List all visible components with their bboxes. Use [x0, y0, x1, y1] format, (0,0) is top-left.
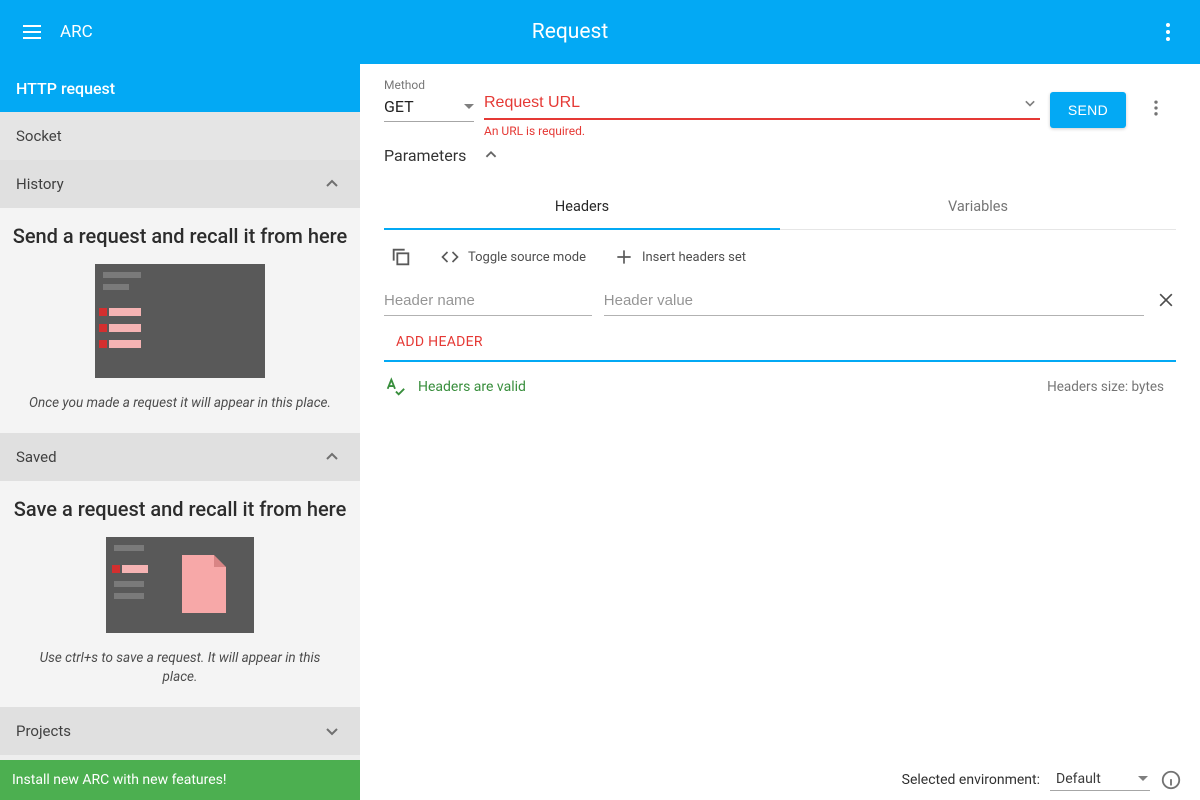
parameters-label: Parameters: [384, 146, 466, 165]
chevron-up-icon: [320, 172, 344, 196]
menu-button[interactable]: [8, 8, 56, 56]
kebab-icon: [1146, 98, 1166, 118]
chevron-down-icon: [320, 719, 344, 743]
header-row: [360, 284, 1200, 316]
sidebar-section-label: History: [16, 175, 64, 193]
tab-headers[interactable]: Headers: [384, 184, 780, 229]
url-input[interactable]: [484, 94, 1020, 112]
status-footer: Selected environment: Default: [360, 760, 1200, 800]
hamburger-icon: [20, 20, 44, 44]
install-banner[interactable]: Install new ARC with new features!: [0, 760, 360, 800]
chevron-up-icon: [320, 445, 344, 469]
info-icon: [1160, 769, 1182, 791]
sidebar-section-history[interactable]: History: [0, 160, 360, 208]
sidebar-item-socket[interactable]: Socket: [0, 112, 360, 160]
close-icon: [1156, 290, 1176, 310]
method-label: Method: [384, 78, 474, 92]
sidebar-item-http-request[interactable]: HTTP request: [0, 64, 360, 112]
sidebar: HTTP request Socket History Send a reque…: [0, 64, 360, 800]
parameters-toggle[interactable]: [480, 144, 502, 166]
environment-label: Selected environment:: [902, 772, 1040, 788]
method-select[interactable]: GET: [384, 92, 474, 122]
environment-select[interactable]: Default: [1050, 769, 1150, 791]
insert-headers-set-button[interactable]: Insert headers set: [608, 243, 752, 271]
dropdown-arrow-icon: [1138, 776, 1148, 782]
toggle-source-button[interactable]: Toggle source mode: [434, 243, 592, 271]
history-empty-desc: Once you made a request it will appear i…: [12, 394, 348, 413]
request-more-button[interactable]: [1136, 88, 1176, 128]
headers-valid-text: Headers are valid: [418, 379, 526, 395]
toggle-source-label: Toggle source mode: [468, 250, 586, 265]
method-value: GET: [384, 97, 414, 116]
install-banner-text: Install new ARC with new features!: [12, 772, 226, 788]
params-tabs: Headers Variables: [384, 184, 1176, 230]
app-name: ARC: [60, 22, 93, 42]
saved-empty-title: Save a request and recall it from here: [12, 497, 348, 521]
header-more-button[interactable]: [1144, 8, 1192, 56]
saved-empty-desc: Use ctrl+s to save a request. It will ap…: [12, 649, 348, 687]
app-header: ARC Request: [0, 0, 1200, 64]
history-empty-illustration: [95, 264, 265, 378]
plus-icon: [614, 247, 634, 267]
spellcheck-icon: [384, 376, 406, 398]
headers-size-text: Headers size: bytes: [1047, 379, 1164, 395]
url-expand-icon[interactable]: [1020, 93, 1040, 113]
copy-headers-button[interactable]: [384, 242, 418, 272]
environment-value: Default: [1056, 771, 1101, 787]
sidebar-section-label: Saved: [16, 448, 57, 466]
saved-empty-state: Save a request and recall it from here U…: [0, 481, 360, 707]
header-value-input[interactable]: [604, 284, 1144, 316]
tab-variables[interactable]: Variables: [780, 184, 1176, 229]
url-error-text: An URL is required.: [484, 124, 1040, 138]
history-empty-state: Send a request and recall it from here O…: [0, 208, 360, 433]
chevron-up-icon: [480, 144, 502, 166]
sidebar-section-projects[interactable]: Projects: [0, 707, 360, 755]
copy-icon: [390, 246, 412, 268]
header-name-input[interactable]: [384, 284, 592, 316]
sidebar-section-saved[interactable]: Saved: [0, 433, 360, 481]
environment-info-button[interactable]: [1160, 769, 1182, 791]
main-content: Method GET An URL is: [360, 64, 1200, 800]
sidebar-section-label: Projects: [16, 722, 71, 740]
insert-headers-set-label: Insert headers set: [642, 250, 746, 265]
code-icon: [440, 247, 460, 267]
page-title: Request: [0, 20, 1200, 44]
send-button[interactable]: SEND: [1050, 92, 1126, 128]
saved-empty-illustration: [106, 537, 254, 633]
kebab-icon: [1156, 20, 1180, 44]
add-header-button[interactable]: ADD HEADER: [384, 334, 483, 350]
history-empty-title: Send a request and recall it from here: [12, 224, 348, 248]
remove-header-button[interactable]: [1156, 290, 1176, 316]
dropdown-arrow-icon: [464, 104, 474, 110]
